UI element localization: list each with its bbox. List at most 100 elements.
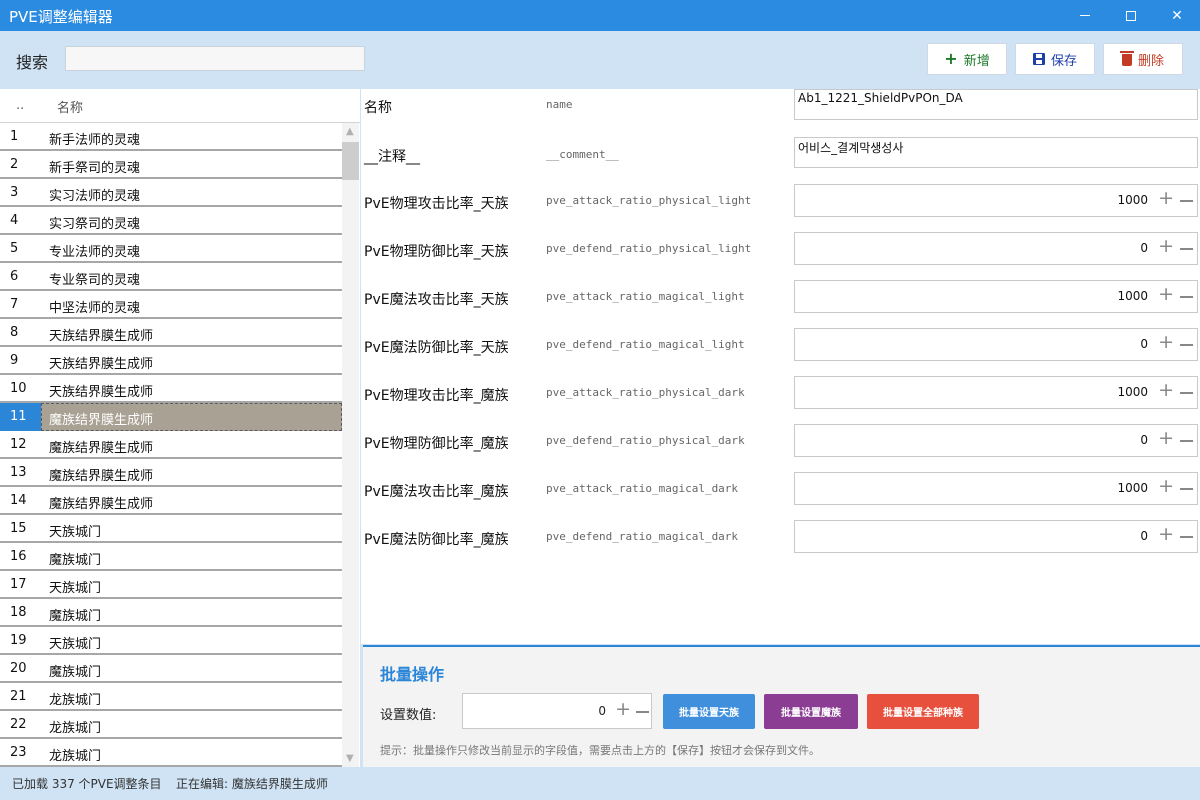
list-item-index: 17 xyxy=(10,577,27,592)
list-item-name: 新手法师的灵魂 xyxy=(49,133,141,148)
list-item[interactable]: 2 新手祭司的灵魂 xyxy=(0,151,342,179)
numeric-stepper[interactable]: 0 + xyxy=(794,424,1198,457)
column-header-name[interactable]: 名称 xyxy=(57,97,83,116)
minus-icon[interactable] xyxy=(1180,200,1193,202)
numeric-stepper[interactable]: 1000 + xyxy=(794,280,1198,313)
plus-icon[interactable]: + xyxy=(1158,333,1174,352)
list-item-index: 5 xyxy=(10,241,19,256)
comment-input[interactable]: 어비스_결계막생성사 xyxy=(794,137,1198,168)
field-key: pve_attack_ratio_magical_dark xyxy=(546,482,739,495)
list-item[interactable]: 20 魔族城门 xyxy=(0,655,342,683)
minus-icon[interactable] xyxy=(1180,296,1193,298)
numeric-value[interactable]: 1000 xyxy=(1117,289,1148,303)
numeric-stepper[interactable]: 1000 + xyxy=(794,376,1198,409)
delete-button[interactable]: 删除 xyxy=(1103,43,1183,75)
field-row-numeric: PvE魔法防御比率_天族 pve_defend_ratio_magical_lig… xyxy=(361,328,1200,377)
numeric-value[interactable]: 1000 xyxy=(1117,481,1148,495)
list-item[interactable]: 16 魔族城门 xyxy=(0,543,342,571)
batch-set-all-button[interactable]: 批量设置全部种族 xyxy=(867,694,979,729)
list-item[interactable]: 21 龙族城门 xyxy=(0,683,342,711)
plus-icon[interactable]: + xyxy=(1158,189,1174,208)
plus-icon[interactable]: + xyxy=(1158,429,1174,448)
field-label: PvE魔法攻击比率_天族 xyxy=(364,292,509,308)
numeric-value[interactable]: 0 xyxy=(1140,433,1148,447)
name-input[interactable]: Ab1_1221_ShieldPvPOn_DA xyxy=(794,89,1198,120)
list-item[interactable]: 18 魔族城门 xyxy=(0,599,342,627)
minus-icon[interactable] xyxy=(636,711,649,713)
list-item-name: 天族结界膜生成师 xyxy=(49,357,154,372)
minus-icon[interactable] xyxy=(1180,248,1193,250)
numeric-value[interactable]: 1000 xyxy=(1117,385,1148,399)
list-item-index: 11 xyxy=(10,409,27,424)
maximize-button[interactable] xyxy=(1108,0,1154,31)
numeric-value[interactable]: 0 xyxy=(1140,337,1148,351)
add-button[interactable]: + 新增 xyxy=(927,43,1007,75)
minus-icon[interactable] xyxy=(1180,440,1193,442)
scroll-thumb[interactable] xyxy=(342,142,359,180)
minimize-button[interactable] xyxy=(1062,0,1108,31)
search-input[interactable] xyxy=(65,46,365,71)
list-item-index: 14 xyxy=(10,493,27,508)
field-label: __注释__ xyxy=(364,149,420,165)
list-item[interactable]: 7 中坚法师的灵魂 xyxy=(0,291,342,319)
minus-icon[interactable] xyxy=(1180,488,1193,490)
list-item[interactable]: 4 实习祭司的灵魂 xyxy=(0,207,342,235)
list-item[interactable]: 23 龙族城门 xyxy=(0,739,342,767)
list-item[interactable]: 22 龙族城门 xyxy=(0,711,342,739)
list-item[interactable]: 13 魔族结界膜生成师 xyxy=(0,459,342,487)
list-item[interactable]: 10 天族结界膜生成师 xyxy=(0,375,342,403)
numeric-stepper[interactable]: 1000 + xyxy=(794,472,1198,505)
field-key: __comment__ xyxy=(546,148,619,161)
numeric-value[interactable]: 0 xyxy=(1140,241,1148,255)
title-bar: PVE调整编辑器 ✕ xyxy=(0,0,1200,31)
batch-value-stepper[interactable]: 0 + xyxy=(462,693,652,729)
plus-icon[interactable]: + xyxy=(615,700,631,719)
list-item[interactable]: 14 魔族结界膜生成师 xyxy=(0,487,342,515)
save-button[interactable]: 保存 xyxy=(1015,43,1095,75)
field-row-numeric: PvE物理防御比率_天族 pve_defend_ratio_physical_li… xyxy=(361,232,1200,281)
scroll-up-icon[interactable]: ▲ xyxy=(346,126,354,137)
numeric-stepper[interactable]: 0 + xyxy=(794,328,1198,361)
plus-icon[interactable]: + xyxy=(1158,477,1174,496)
minus-icon[interactable] xyxy=(1180,392,1193,394)
scroll-down-icon[interactable]: ▼ xyxy=(346,753,354,764)
list-item[interactable]: 3 实习法师的灵魂 xyxy=(0,179,342,207)
field-label: PvE物理攻击比率_天族 xyxy=(364,196,509,212)
minus-icon[interactable] xyxy=(1180,536,1193,538)
numeric-value[interactable]: 0 xyxy=(1140,529,1148,543)
batch-hint: 提示：批量操作只修改当前显示的字段值，需要点击上方的【保存】按钮才会保存到文件。 xyxy=(380,744,820,757)
batch-value[interactable]: 0 xyxy=(598,704,606,718)
plus-icon[interactable]: + xyxy=(1158,525,1174,544)
numeric-value[interactable]: 1000 xyxy=(1117,193,1148,207)
list-item[interactable]: 9 天族结界膜生成师 xyxy=(0,347,342,375)
numeric-stepper[interactable]: 0 + xyxy=(794,232,1198,265)
list-item[interactable]: 5 专业法师的灵魂 xyxy=(0,235,342,263)
list-item-index: 16 xyxy=(10,549,27,564)
list-item-index: 3 xyxy=(10,185,19,200)
list-item-index: 13 xyxy=(10,465,27,480)
minus-icon[interactable] xyxy=(1180,344,1193,346)
numeric-stepper[interactable]: 0 + xyxy=(794,520,1198,553)
close-button[interactable]: ✕ xyxy=(1154,0,1200,31)
list-item-index: 1 xyxy=(10,129,19,144)
plus-icon[interactable]: + xyxy=(1158,381,1174,400)
batch-set-light-button[interactable]: 批量设置天族 xyxy=(663,694,755,729)
list-item[interactable]: 17 天族城门 xyxy=(0,571,342,599)
list-item[interactable]: 12 魔族结界膜生成师 xyxy=(0,431,342,459)
list-item[interactable]: 1 新手法师的灵魂 xyxy=(0,123,342,151)
numeric-stepper[interactable]: 1000 + xyxy=(794,184,1198,217)
list-scrollbar[interactable]: ▲ ▼ xyxy=(342,123,359,767)
plus-icon[interactable]: + xyxy=(1158,237,1174,256)
list-item[interactable]: 19 天族城门 xyxy=(0,627,342,655)
list-item-name: 魔族城门 xyxy=(49,609,102,624)
field-key: name xyxy=(546,98,573,111)
list-item-index: 21 xyxy=(10,689,27,704)
list-item[interactable]: 15 天族城门 xyxy=(0,515,342,543)
list-item-index: 20 xyxy=(10,661,27,676)
batch-set-dark-button[interactable]: 批量设置魔族 xyxy=(764,694,858,729)
list-item[interactable]: 6 专业祭司的灵魂 xyxy=(0,263,342,291)
list-item[interactable]: 8 天族结界膜生成师 xyxy=(0,319,342,347)
column-header-index[interactable]: .. xyxy=(16,98,24,113)
plus-icon[interactable]: + xyxy=(1158,285,1174,304)
list-item[interactable]: 11 魔族结界膜生成师 xyxy=(0,403,342,431)
